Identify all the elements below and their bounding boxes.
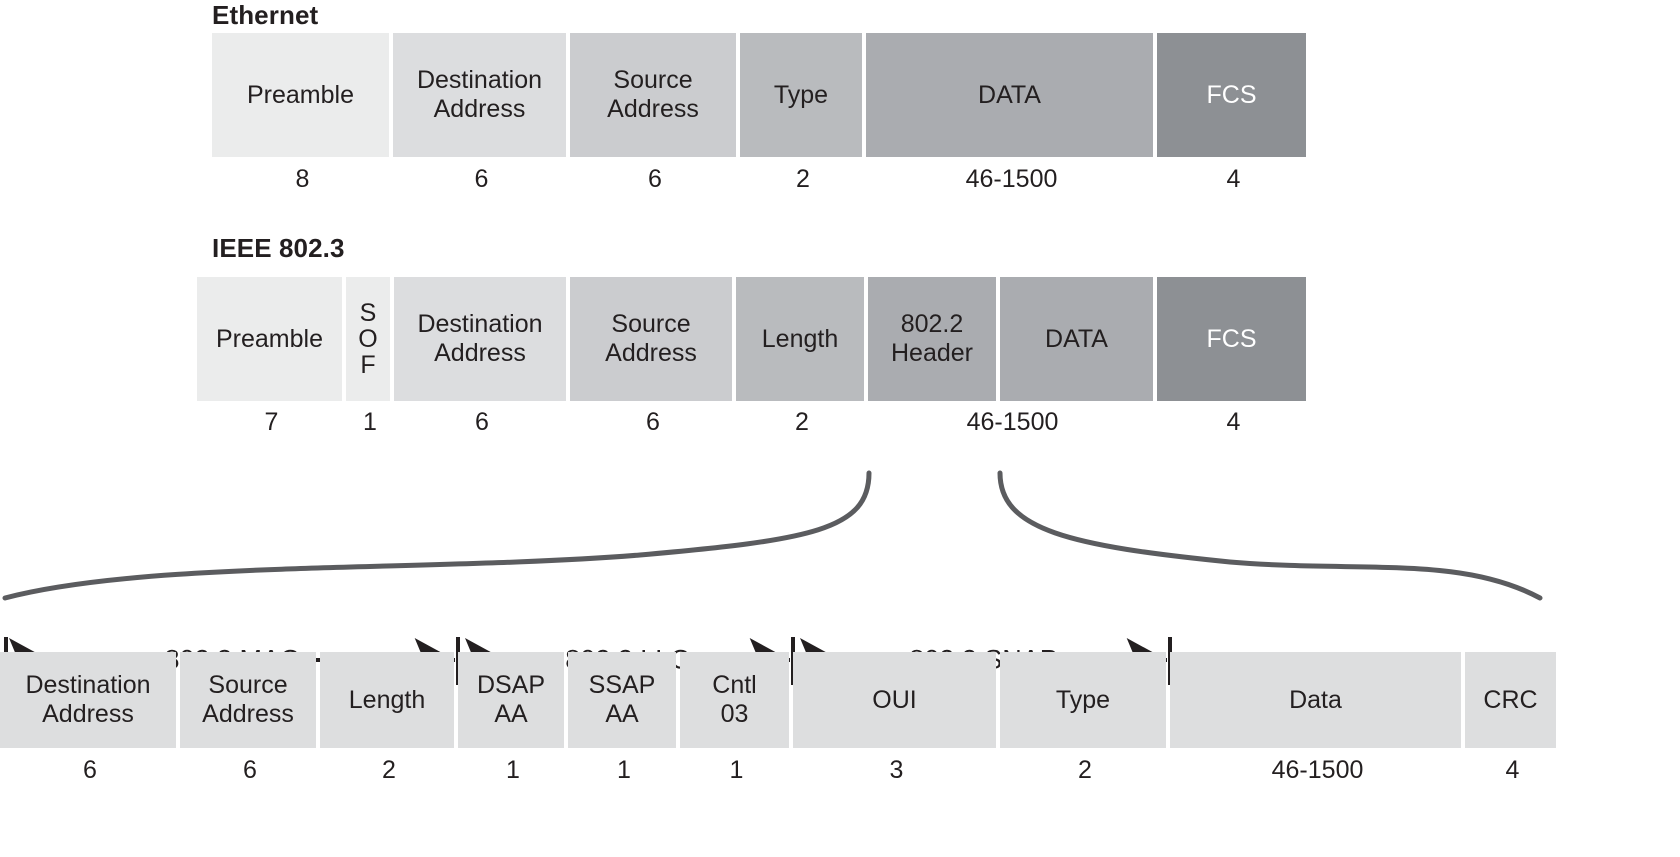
frame-field-cell: Cntl 03 bbox=[680, 652, 789, 748]
frame-field-size: 4 bbox=[1505, 756, 1520, 784]
frame-field-label: CRC bbox=[1483, 685, 1538, 714]
protocol-frame-diagram: Ethernet Preamble Destination Address Sour… bbox=[0, 0, 1680, 857]
frame-field-cell: Source Address bbox=[180, 652, 316, 748]
frame-field-size: 3 bbox=[889, 756, 904, 784]
frame-field-size: 1 bbox=[729, 756, 744, 784]
frame-field-size: 6 bbox=[83, 756, 97, 784]
frame-field-cell: DSAP AA bbox=[458, 652, 564, 748]
frame-field-cell: OUI bbox=[793, 652, 996, 748]
frame-field-label: SSAP AA bbox=[588, 671, 656, 728]
frame-field-size: 2 bbox=[382, 756, 396, 784]
frame-field-cell: Length bbox=[320, 652, 454, 748]
frame-field-cell: CRC bbox=[1465, 652, 1556, 748]
frame-field-label: OUI bbox=[872, 685, 917, 714]
frame-field-label: DSAP AA bbox=[476, 671, 546, 728]
frame-field-cell: Type bbox=[1000, 652, 1166, 748]
frame-field-label: Length bbox=[348, 685, 426, 714]
frame-field-cell: Destination Address bbox=[0, 652, 176, 748]
frame-field-size: 46-1500 bbox=[1271, 756, 1364, 784]
frame-field-size: 6 bbox=[243, 756, 257, 784]
frame-field-cell: Data bbox=[1170, 652, 1461, 748]
frame-field-label: Cntl 03 bbox=[712, 671, 757, 728]
frame-field-label: Destination Address bbox=[25, 671, 151, 728]
frame-field-size: 2 bbox=[1078, 756, 1092, 784]
frame-field-label: Source Address bbox=[202, 671, 294, 728]
frame-field-size: 1 bbox=[506, 756, 520, 784]
frame-field-cell: SSAP AA bbox=[568, 652, 676, 748]
frame-field-label: Data bbox=[1289, 685, 1342, 714]
frame-field-label: Type bbox=[1055, 685, 1111, 714]
frame-field-size: 1 bbox=[617, 756, 631, 784]
